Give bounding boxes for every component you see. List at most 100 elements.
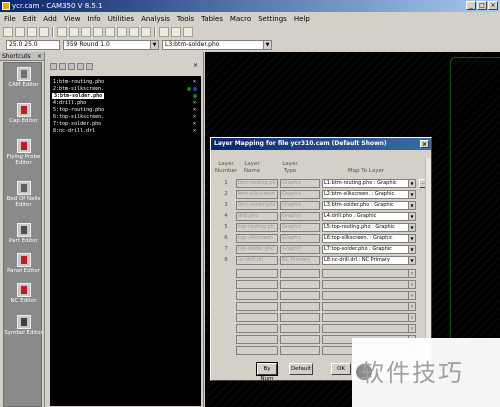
layer-name-field — [236, 346, 278, 355]
chevron-down-icon[interactable]: ▼ — [408, 180, 415, 187]
layer-panel-close-icon[interactable]: × — [192, 63, 199, 70]
layer-item[interactable]: 5:top-routing.pho × — [52, 107, 198, 114]
map-to-layer-select[interactable]: L6:top-silkscreen. : Graphic ▼ — [322, 234, 416, 243]
layer-hide-icon[interactable]: × — [193, 107, 196, 114]
dialog-scrollbar[interactable] — [425, 158, 431, 353]
shortcuts-close-icon[interactable]: × — [37, 52, 42, 61]
by-num-button[interactable]: By Num — [256, 362, 278, 382]
layer-item[interactable]: 7:top-solder.pho × — [52, 121, 198, 128]
help-icon[interactable] — [183, 27, 193, 37]
ok-button[interactable]: OK — [331, 363, 351, 375]
copy-icon[interactable] — [81, 27, 91, 37]
mapping-row-empty: ▼ — [214, 323, 424, 334]
menu-info[interactable]: Info — [87, 15, 100, 23]
chevron-down-icon[interactable]: ▼ — [408, 202, 415, 209]
menu-analysis[interactable]: Analysis — [141, 15, 170, 23]
shortcut-bed-of-nails-editor[interactable]: Bed Of Nails Editor — [4, 181, 43, 208]
layer-tool-icon[interactable] — [86, 63, 93, 70]
chevron-down-icon[interactable]: ▼ — [150, 41, 158, 49]
layer-name-field: top-solder.pho — [236, 245, 278, 254]
shortcut-part-editor[interactable]: Part Editor — [4, 223, 43, 244]
map-to-layer-select[interactable]: L1:btm-routing.pho : Graphic ▼ — [322, 179, 416, 188]
shortcut-symbol-editor[interactable]: Symbol Editor — [4, 315, 43, 336]
shortcut-cam-editor[interactable]: CAM Editor — [4, 67, 43, 88]
menu-help[interactable]: Help — [294, 15, 310, 23]
chevron-down-icon[interactable]: ▼ — [263, 41, 271, 49]
zoom-window-icon[interactable] — [129, 27, 139, 37]
default-button[interactable]: Default — [289, 363, 313, 375]
layer-tool-icon[interactable] — [50, 63, 57, 70]
open-file-icon[interactable] — [15, 27, 25, 37]
redo-icon[interactable] — [69, 27, 79, 37]
map-to-layer-select[interactable]: L5:top-routing.pho : Graphic ▼ — [322, 223, 416, 232]
cam-editor-icon — [16, 67, 31, 81]
close-button[interactable]: × — [488, 1, 498, 10]
layer-tool-icon[interactable] — [77, 63, 84, 70]
layer-tool-icon[interactable] — [59, 63, 66, 70]
layer-name-field — [236, 291, 278, 300]
aperture-select[interactable]: 359 Round 1.0 ▼ — [63, 40, 159, 50]
select-icon[interactable] — [159, 27, 169, 37]
chevron-down-icon[interactable]: ▼ — [408, 224, 415, 231]
undo-icon[interactable] — [57, 27, 67, 37]
layer-select[interactable]: L3:btm-solder.pho ▼ — [162, 40, 272, 50]
menu-tools[interactable]: Tools — [177, 15, 194, 23]
menu-utilities[interactable]: Utilities — [108, 15, 134, 23]
shortcut-label: Bed Of Nails Editor — [6, 196, 41, 208]
zoom-in-icon[interactable] — [105, 27, 115, 37]
layer-item-selected[interactable]: 3:btm-solder.pho — [52, 93, 198, 100]
shortcut-label: NC Editor — [10, 298, 37, 304]
menu-view[interactable]: View — [64, 15, 81, 23]
mapping-row: 4 drill.pho Graphic L4:drill.pho : Graph… — [214, 211, 424, 222]
minimize-button[interactable]: _ — [466, 1, 476, 10]
layer-hide-icon[interactable]: × — [193, 114, 196, 121]
shortcut-panel-editor[interactable]: Panel Editor — [4, 253, 43, 274]
chevron-down-icon[interactable]: ▼ — [408, 213, 415, 220]
layer-hide-icon[interactable]: × — [193, 121, 196, 128]
save-icon[interactable] — [27, 27, 37, 37]
zoom-all-icon[interactable] — [141, 27, 151, 37]
layer-hide-icon[interactable]: × — [193, 100, 196, 107]
menu-edit[interactable]: Edit — [23, 15, 37, 23]
layer-hide-icon[interactable]: × — [193, 128, 196, 135]
maximize-button[interactable]: □ — [477, 1, 487, 10]
map-to-layer-select[interactable]: L3:btm-solder.pho : Graphic ▼ — [322, 201, 416, 210]
zoom-out-icon[interactable] — [117, 27, 127, 37]
map-to-layer-select[interactable]: L8:nc-drill.drl : NC Primary ▼ — [322, 256, 416, 265]
chevron-down-icon[interactable]: ▼ — [408, 257, 415, 264]
layer-hide-icon[interactable]: × — [193, 79, 196, 86]
new-file-icon[interactable] — [3, 27, 13, 37]
map-to-layer-select: ▼ — [322, 269, 416, 278]
dialog-close-icon[interactable]: × — [420, 140, 429, 148]
chevron-down-icon[interactable]: ▼ — [408, 246, 415, 253]
print-icon[interactable] — [39, 27, 49, 37]
layer-item[interactable]: 8:nc-drill.drl × — [52, 128, 198, 135]
layer-tool-icon[interactable] — [68, 63, 75, 70]
menu-add[interactable]: Add — [43, 15, 57, 23]
layer-item[interactable]: 4:drill.pho × — [52, 100, 198, 107]
menu-macro[interactable]: Macro — [230, 15, 251, 23]
window-icon[interactable] — [93, 27, 103, 37]
layer-item[interactable]: 1:btm-routing.pho × — [52, 79, 198, 86]
layer-item[interactable]: 2:btm-silkscreen. — [52, 86, 198, 93]
menu-file[interactable]: File — [4, 15, 16, 23]
chevron-down-icon[interactable]: ▼ — [408, 235, 415, 242]
watermark: 软件技巧 — [352, 338, 500, 407]
map-to-layer-select[interactable]: L2:btm-silkscreen. : Graphic ▼ — [322, 190, 416, 199]
shortcut-nc-editor[interactable]: NC Editor — [4, 283, 43, 304]
layer-item[interactable]: 6:top-silkscreen. × — [52, 114, 198, 121]
layer-type-field — [280, 335, 320, 344]
chevron-down-icon[interactable]: ▼ — [408, 191, 415, 198]
menu-tables[interactable]: Tables — [201, 15, 223, 23]
shortcut-cap-editor[interactable]: Cap Editor — [4, 103, 43, 124]
map-to-layer-select[interactable]: L7:top-solder.pho : Graphic ▼ — [322, 245, 416, 254]
menu-settings[interactable]: Settings — [258, 15, 287, 23]
layer-type-field — [280, 291, 320, 300]
shortcut-flying-probe-editor[interactable]: Flying Probe Editor — [4, 139, 43, 166]
map-to-layer-select: ▼ — [322, 280, 416, 289]
map-to-layer-select[interactable]: L4:drill.pho : Graphic ▼ — [322, 212, 416, 221]
measure-icon[interactable] — [171, 27, 181, 37]
layer-name-field: drill.pho — [236, 212, 278, 221]
coordinates-field[interactable]: 25.0 25.0 — [6, 40, 60, 50]
shortcut-label: Flying Probe Editor — [6, 154, 41, 166]
